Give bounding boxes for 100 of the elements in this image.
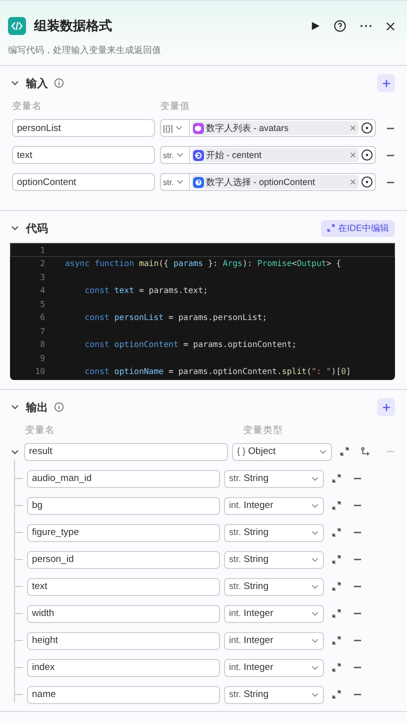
reference-text: 数字人选择 - optionContent — [206, 176, 316, 188]
type-select[interactable]: str. String — [224, 550, 324, 568]
code-logo-icon — [8, 17, 26, 35]
target-icon[interactable] — [361, 122, 373, 134]
reference-text: 数字人列表 - avatars — [206, 122, 290, 134]
dropdown-icon — [319, 448, 327, 456]
line-number: 3 — [39, 272, 46, 282]
variable-name-field[interactable]: text — [12, 146, 155, 164]
expand-icon[interactable] — [332, 636, 341, 645]
expand-icon[interactable] — [332, 501, 341, 510]
expand-icon[interactable] — [332, 609, 341, 618]
type-select[interactable]: str. String — [224, 578, 324, 596]
section-title: 输出 — [26, 400, 48, 414]
line-number: 2 — [39, 258, 46, 268]
dropdown-icon — [311, 664, 319, 672]
play-icon[interactable] — [311, 21, 320, 31]
variable-value-field[interactable]: str. 开始 - centent — [160, 146, 376, 164]
plus-icon — [382, 78, 390, 88]
dropdown-icon — [311, 610, 319, 618]
expand-icon[interactable] — [332, 690, 341, 699]
variable-name-field[interactable]: personList — [12, 119, 155, 137]
clear-icon[interactable] — [350, 152, 356, 158]
line-number: 1 — [39, 244, 46, 255]
dropdown-icon — [174, 124, 183, 132]
variable-name-field[interactable]: optionContent — [12, 173, 155, 191]
expand-icon[interactable] — [332, 474, 341, 483]
variable-name-field[interactable]: bg — [27, 496, 220, 514]
line-number: 8 — [39, 339, 46, 350]
variable-name-field[interactable]: name — [27, 686, 220, 704]
node-title: 组装数据格式 — [34, 17, 113, 35]
line-number: 5 — [39, 298, 46, 309]
dropdown-icon — [311, 636, 319, 644]
section-title: 代码 — [26, 222, 48, 236]
expand-icon[interactable] — [332, 555, 341, 564]
type-label: str. — [163, 150, 174, 160]
plus-icon — [382, 402, 390, 412]
close-icon[interactable] — [386, 22, 395, 30]
code-line: const personList = params.personList; — [84, 312, 268, 322]
dropdown-icon — [176, 151, 184, 159]
column-header: 变量名 — [12, 100, 43, 112]
add-button[interactable] — [377, 398, 395, 416]
type-label: [{}] — [163, 124, 173, 132]
expand-icon[interactable] — [340, 447, 349, 456]
column-header: 变量类型 — [243, 424, 283, 436]
clear-icon[interactable] — [350, 125, 356, 131]
edit-in-ide-button[interactable]: 在IDE中编辑 — [320, 220, 395, 236]
info-icon — [54, 402, 64, 412]
code-line: async function main({ params }: Args): Promise<Output> { — [65, 258, 342, 268]
caret-icon[interactable] — [10, 402, 20, 412]
column-header: 变量值 — [160, 100, 190, 112]
dropdown-icon — [311, 502, 319, 510]
type-select[interactable]: str. String — [224, 470, 324, 488]
variable-name-field[interactable]: width — [27, 604, 220, 622]
reference-text: 开始 - centent — [206, 148, 263, 162]
code-line: const text = params.text; — [84, 285, 208, 296]
help-icon[interactable] — [334, 20, 346, 32]
expand-icon[interactable] — [332, 528, 341, 537]
type-select[interactable]: int. Integer — [224, 658, 324, 676]
add-button[interactable] — [377, 74, 395, 92]
type-select[interactable]: int. Integer — [224, 496, 324, 514]
dropdown-icon — [311, 690, 319, 698]
type-select[interactable]: str. String — [224, 524, 324, 542]
dropdown-icon — [311, 474, 319, 482]
variable-name-field[interactable]: text — [27, 578, 220, 596]
dropdown-icon — [176, 178, 184, 186]
node-description: 编写代码，处理输入变量来生成返回值 — [8, 44, 162, 57]
variable-name-field[interactable]: audio_man_id — [27, 470, 220, 488]
caret-icon[interactable] — [10, 78, 20, 88]
column-header: 变量名 — [24, 424, 56, 436]
expand-icon[interactable] — [332, 663, 341, 672]
line-number: 6 — [39, 312, 46, 322]
line-number: 4 — [39, 285, 46, 296]
target-icon[interactable] — [361, 149, 373, 161]
more-icon[interactable] — [360, 24, 372, 28]
code-line: const optionContent = params.optionContent; — [84, 339, 297, 350]
clear-icon[interactable] — [350, 179, 356, 185]
variable-value-field[interactable]: str. 数字人选择 - optionContent — [160, 173, 376, 191]
variable-name-field[interactable]: person_id — [27, 550, 220, 568]
type-label: str. — [163, 178, 174, 186]
variable-name-field[interactable]: figure_type — [27, 524, 220, 542]
type-select[interactable]: str. String — [224, 686, 324, 704]
code-line: const optionName = params.optionContent.split(": ")[0] — [84, 366, 351, 376]
type-select[interactable]: int. Integer — [224, 604, 324, 622]
variable-name-field[interactable]: height — [27, 632, 220, 650]
add-child-icon[interactable] — [361, 447, 370, 456]
expand-icon[interactable] — [332, 582, 341, 591]
dropdown-icon — [311, 582, 319, 590]
line-number: 7 — [39, 326, 46, 336]
target-icon[interactable] — [361, 176, 373, 188]
type-select[interactable]: int. Integer — [224, 632, 324, 650]
dropdown-icon — [311, 556, 319, 564]
variable-value-field[interactable]: [{}] 数字人列表 - avatars — [160, 119, 376, 137]
variable-name-field[interactable]: index — [27, 658, 220, 676]
type-select[interactable]: { } Object — [232, 442, 332, 460]
caret-icon[interactable] — [10, 223, 20, 233]
variable-name-field[interactable]: result — [24, 442, 228, 460]
code-editor[interactable] — [10, 243, 395, 380]
info-icon — [54, 78, 64, 88]
line-number: 9 — [39, 352, 46, 363]
dropdown-icon — [311, 528, 319, 536]
